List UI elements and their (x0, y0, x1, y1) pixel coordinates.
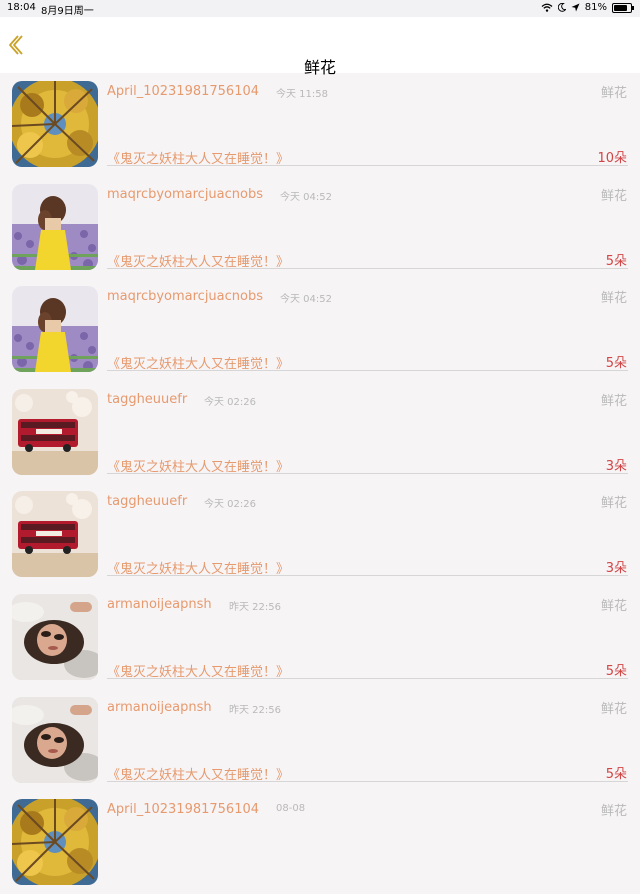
timestamp: 08-08 (276, 803, 306, 815)
flower-count: 5朵 (605, 253, 627, 269)
list-item[interactable]: maqrcbyomarcjuacnobs 今天 04:52 鲜花 《鬼灭之妖柱大人又在… (0, 278, 640, 381)
gift-type-label: 鲜花 (600, 393, 627, 409)
username[interactable]: armanoijeapnsh (107, 597, 212, 612)
divider (107, 575, 628, 577)
status-bar: 18:04 8月9日周一 81% (0, 0, 640, 17)
username[interactable]: April_10231981756104 (107, 802, 259, 817)
list-item[interactable]: taggheuuefr 今天 02:26 鲜花 《鬼灭之妖柱大人又在睡觉！》 3朵 (0, 381, 640, 484)
flower-count: 3朵 (605, 458, 627, 474)
username[interactable]: April_10231981756104 (107, 84, 259, 99)
wifi-icon (541, 3, 553, 12)
navigation-bar: 鲜花 (0, 17, 640, 77)
timestamp: 昨天 22:56 (229, 601, 281, 613)
timestamp: 今天 11:58 (276, 89, 328, 100)
flower-count: 5朵 (605, 663, 627, 679)
gift-type-label: 鲜花 (600, 86, 627, 101)
gift-type-label: 鲜花 (600, 496, 627, 512)
status-time: 18:04 (7, 2, 36, 13)
battery-percent: 81% (584, 2, 607, 13)
timestamp: 今天 02:26 (204, 396, 256, 408)
divider (107, 370, 628, 372)
divider (107, 165, 628, 166)
gift-type-label: 鲜花 (600, 804, 627, 820)
gift-type-label: 鲜花 (600, 291, 627, 307)
username[interactable]: maqrcbyomarcjuacnobs (107, 289, 263, 304)
avatar[interactable] (12, 388, 98, 475)
gift-type-label: 鲜花 (600, 701, 627, 717)
timestamp: 今天 04:52 (280, 191, 332, 203)
divider (107, 267, 628, 269)
divider (107, 677, 628, 679)
avatar[interactable] (12, 81, 98, 167)
avatar[interactable] (12, 593, 98, 680)
avatar[interactable] (12, 286, 98, 373)
battery-level (614, 4, 627, 11)
avatar[interactable] (12, 491, 98, 578)
battery-icon (612, 2, 634, 13)
avatar[interactable] (12, 696, 98, 783)
location-icon (571, 3, 580, 12)
flower-count: 5朵 (605, 356, 627, 372)
flower-count: 3朵 (605, 561, 627, 577)
username[interactable]: maqrcbyomarcjuacnobs (107, 187, 263, 202)
timestamp: 今天 02:26 (204, 499, 256, 511)
list-item[interactable]: maqrcbyomarcjuacnobs 今天 04:52 鲜花 《鬼灭之妖柱大人又在… (0, 176, 640, 279)
username[interactable]: taggheuuefr (107, 392, 187, 407)
gift-record-list[interactable]: April_10231981756104 今天 11:58 鲜花 《鬼灭之妖柱大人又在… (0, 73, 640, 894)
avatar[interactable] (12, 799, 98, 886)
avatar[interactable] (12, 183, 98, 270)
list-item[interactable]: taggheuuefr 今天 02:26 鲜花 《鬼灭之妖柱大人又在睡觉！》 3朵 (0, 483, 640, 586)
timestamp: 今天 04:52 (280, 294, 332, 306)
gift-type-label: 鲜花 (600, 188, 627, 204)
status-date: 8月9日周一 (41, 6, 94, 17)
list-item[interactable]: April_10231981756104 今天 11:58 鲜花 《鬼灭之妖柱大人又在… (0, 73, 640, 176)
divider (107, 472, 628, 474)
username[interactable]: taggheuuefr (107, 494, 187, 509)
timestamp: 昨天 22:56 (229, 704, 281, 716)
divider (107, 780, 628, 782)
flower-count: 10朵 (597, 151, 627, 166)
moon-icon (557, 3, 566, 12)
list-item[interactable]: armanoijeapnsh 昨天 22:56 鲜花 《鬼灭之妖柱大人又在睡觉！》 5朵 (0, 586, 640, 689)
list-item[interactable]: armanoijeapnsh 昨天 22:56 鲜花 《鬼灭之妖柱大人又在睡觉！》 5朵 (0, 689, 640, 792)
status-indicators: 81% (541, 2, 634, 13)
list-item[interactable]: April_10231981756104 08-08 鲜花 (0, 791, 640, 894)
username[interactable]: armanoijeapnsh (107, 700, 212, 715)
flower-count: 5朵 (605, 766, 627, 782)
gift-type-label: 鲜花 (600, 598, 627, 614)
